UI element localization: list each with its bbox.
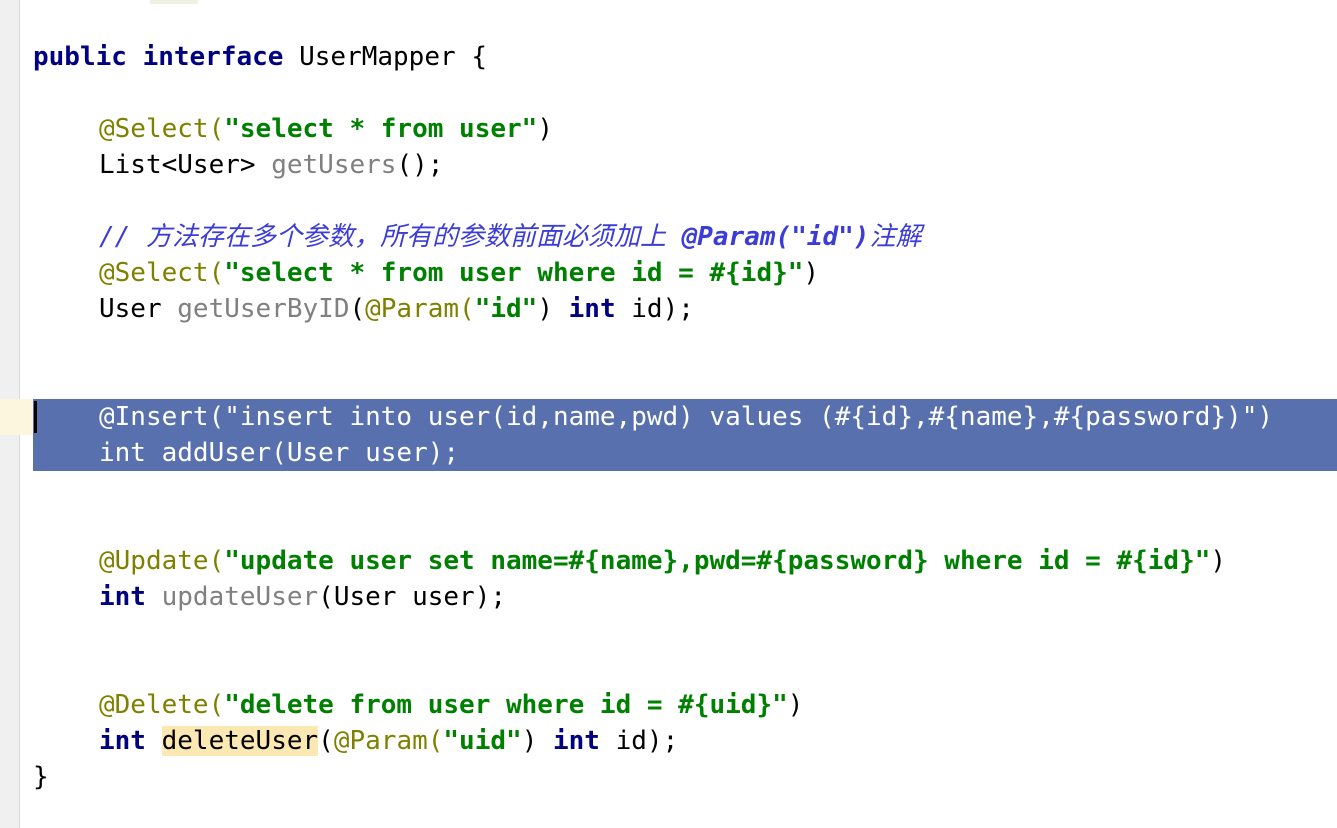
code-line-get-users[interactable]: List<User> getUsers();: [33, 147, 443, 183]
code-line-select-annotation[interactable]: @Select("select * from user"): [33, 111, 553, 147]
return-type: int: [99, 726, 146, 756]
code-line-delete-user[interactable]: int deleteUser(@Param("uid") int id);: [33, 723, 678, 759]
method-name: getUserByID: [177, 294, 350, 324]
insert-annotation: @Insert("insert into user(id,name,pwd) v…: [99, 402, 1273, 432]
paren: ): [803, 258, 820, 288]
interface-name: UserMapper: [299, 42, 456, 72]
code-line-select-by-id-annotation[interactable]: @Select("select * from user where id = #…: [33, 255, 819, 291]
return-type: List<User>: [99, 150, 256, 180]
brace: {: [471, 42, 487, 72]
return-type: int: [99, 582, 146, 612]
method-rest: (User user);: [318, 582, 507, 612]
code-line-get-user-by-id[interactable]: User getUserByID(@Param("id") int id);: [33, 291, 694, 327]
code-line-update-user[interactable]: int updateUser(User user);: [33, 579, 506, 615]
code-editor[interactable]: public interface UserMapper { @Select("s…: [33, 0, 1273, 828]
code-line-closing-brace[interactable]: }: [33, 759, 49, 795]
paren: ): [787, 690, 804, 720]
keyword: public interface: [33, 42, 284, 72]
param-value: "id": [474, 294, 538, 324]
comment-text: // 方法存在多个参数，所有的参数前面必须加上: [99, 222, 682, 252]
comment-suffix: 注解: [869, 222, 922, 252]
sql-string: "delete from user where id = #{uid}": [224, 690, 788, 720]
annotation: @Update(: [99, 546, 225, 576]
paren: ): [537, 114, 553, 144]
paren: (: [349, 294, 366, 324]
return-type: User: [99, 294, 162, 324]
sql-string: "update user set name=#{name},pwd=#{pass…: [224, 546, 1211, 576]
method-rest: ();: [396, 150, 444, 180]
sql-string: "select * from user": [224, 114, 538, 144]
code-line-comment[interactable]: // 方法存在多个参数，所有的参数前面必须加上 @Param("id")注解: [33, 219, 921, 255]
paren: ): [537, 294, 553, 324]
method-name: getUsers: [271, 150, 397, 180]
code-line-update-annotation[interactable]: @Update("update user set name=#{name},pw…: [33, 543, 1226, 579]
method-name: updateUser: [161, 582, 319, 612]
current-line-gutter-marker: [0, 399, 33, 435]
param-annotation: @Param(: [365, 294, 475, 324]
sql-string: "select * from user where id = #{id}": [224, 258, 804, 288]
code-line-interface[interactable]: public interface UserMapper {: [33, 39, 487, 75]
annotation: @Select(: [99, 258, 225, 288]
add-user-signature: int addUser(User user);: [99, 438, 460, 468]
method-name-highlighted[interactable]: deleteUser: [161, 726, 319, 756]
top-fold-marker: [150, 0, 198, 4]
code-line-delete-annotation[interactable]: @Delete("delete from user where id = #{u…: [33, 687, 803, 723]
code-line-insert-annotation[interactable]: @Insert("insert into user(id,name,pwd) v…: [33, 399, 1273, 435]
paren: (: [318, 726, 334, 756]
method-rest: id);: [615, 726, 679, 756]
code-line-add-user[interactable]: int addUser(User user);: [33, 435, 459, 471]
param-annotation: @Param(: [333, 726, 444, 756]
comment-param: @Param("id"): [681, 222, 870, 252]
paren: ): [521, 726, 538, 756]
annotation: @Delete(: [99, 690, 225, 720]
param-type: int: [553, 726, 600, 756]
param-type: int: [568, 294, 616, 324]
param-value: "uid": [443, 726, 522, 756]
paren: ): [1210, 546, 1227, 576]
annotation: @Select(: [99, 114, 225, 144]
brace: }: [33, 762, 49, 792]
method-rest: id);: [631, 294, 694, 324]
